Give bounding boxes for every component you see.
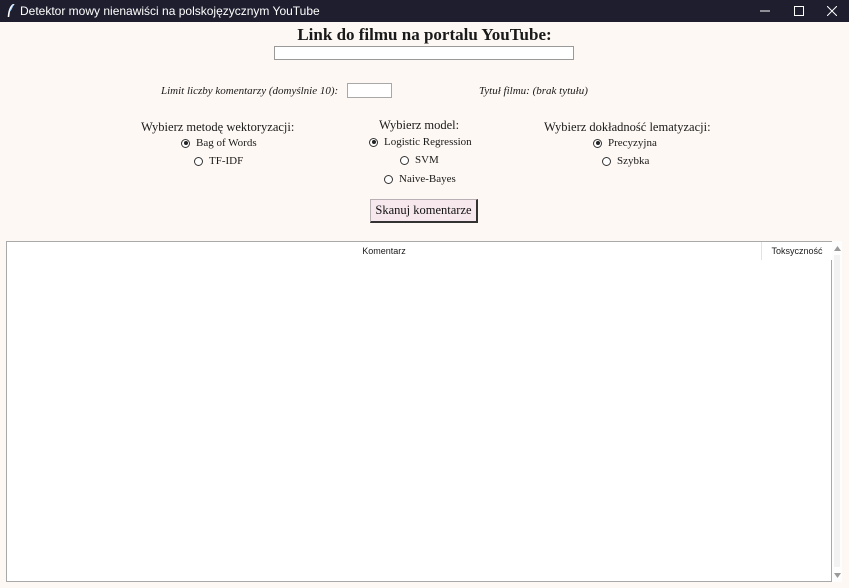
close-icon [827, 6, 837, 16]
radio-label: Naive-Bayes [399, 173, 456, 185]
radio-logistic-regression[interactable]: Logistic Regression [369, 136, 472, 148]
scroll-up-button[interactable] [832, 243, 842, 253]
radio-precise[interactable]: Precyzyjna [593, 137, 657, 149]
radio-checked-icon [181, 138, 190, 148]
radio-unchecked-icon [194, 156, 203, 166]
main-content: Link do filmu na portalu YouTube: Limit … [0, 22, 849, 588]
close-button[interactable] [815, 0, 849, 22]
vertical-scrollbar[interactable] [832, 241, 842, 582]
column-header-comment[interactable]: Komentarz [7, 242, 762, 260]
youtube-url-input[interactable] [274, 46, 574, 60]
radio-label: Szybka [617, 155, 650, 167]
radio-fast[interactable]: Szybka [602, 155, 649, 167]
radio-label: Logistic Regression [384, 136, 472, 148]
radio-checked-icon [369, 137, 378, 147]
radio-label: TF-IDF [209, 155, 244, 167]
arrow-down-icon [833, 572, 841, 578]
page-title: Link do filmu na portalu YouTube: [297, 25, 552, 44]
radio-tf-idf[interactable]: TF-IDF [194, 155, 243, 167]
movie-title-label: Tytuł filmu: (brak tytułu) [479, 85, 588, 97]
radio-label: Bag of Words [196, 137, 257, 149]
vectorization-label: Wybierz metodę wektoryzacji: [141, 120, 295, 134]
window-title: Detektor mowy nienawiści na polskojęzycz… [20, 4, 320, 18]
results-table[interactable]: Komentarz Toksyczność [6, 241, 832, 582]
scan-comments-button[interactable]: Skanuj komentarze [370, 199, 478, 223]
maximize-icon [794, 6, 804, 16]
feather-icon [7, 3, 15, 18]
radio-svm[interactable]: SVM [400, 154, 439, 166]
scrollbar-thumb[interactable] [834, 255, 840, 567]
maximize-button[interactable] [782, 0, 816, 22]
radio-unchecked-icon [400, 155, 409, 165]
radio-bag-of-words[interactable]: Bag of Words [181, 137, 257, 149]
radio-naive-bayes[interactable]: Naive-Bayes [384, 173, 456, 185]
minimize-icon [760, 10, 770, 12]
radio-unchecked-icon [384, 174, 393, 184]
comment-limit-label: Limit liczby komentarzy (domyślnie 10): [161, 85, 339, 97]
column-header-toxicity[interactable]: Toksyczność [762, 242, 832, 260]
arrow-up-icon [833, 245, 841, 251]
scroll-down-button[interactable] [832, 570, 842, 580]
minimize-button[interactable] [748, 0, 782, 22]
comment-limit-input[interactable] [347, 83, 392, 98]
model-label: Wybierz model: [379, 118, 460, 132]
radio-label: SVM [415, 154, 439, 166]
radio-checked-icon [593, 138, 602, 148]
window-titlebar: Detektor mowy nienawiści na polskojęzycz… [0, 0, 849, 22]
radio-unchecked-icon [602, 156, 611, 166]
lemmatization-label: Wybierz dokładność lematyzacji: [544, 120, 711, 134]
radio-label: Precyzyjna [608, 137, 657, 149]
